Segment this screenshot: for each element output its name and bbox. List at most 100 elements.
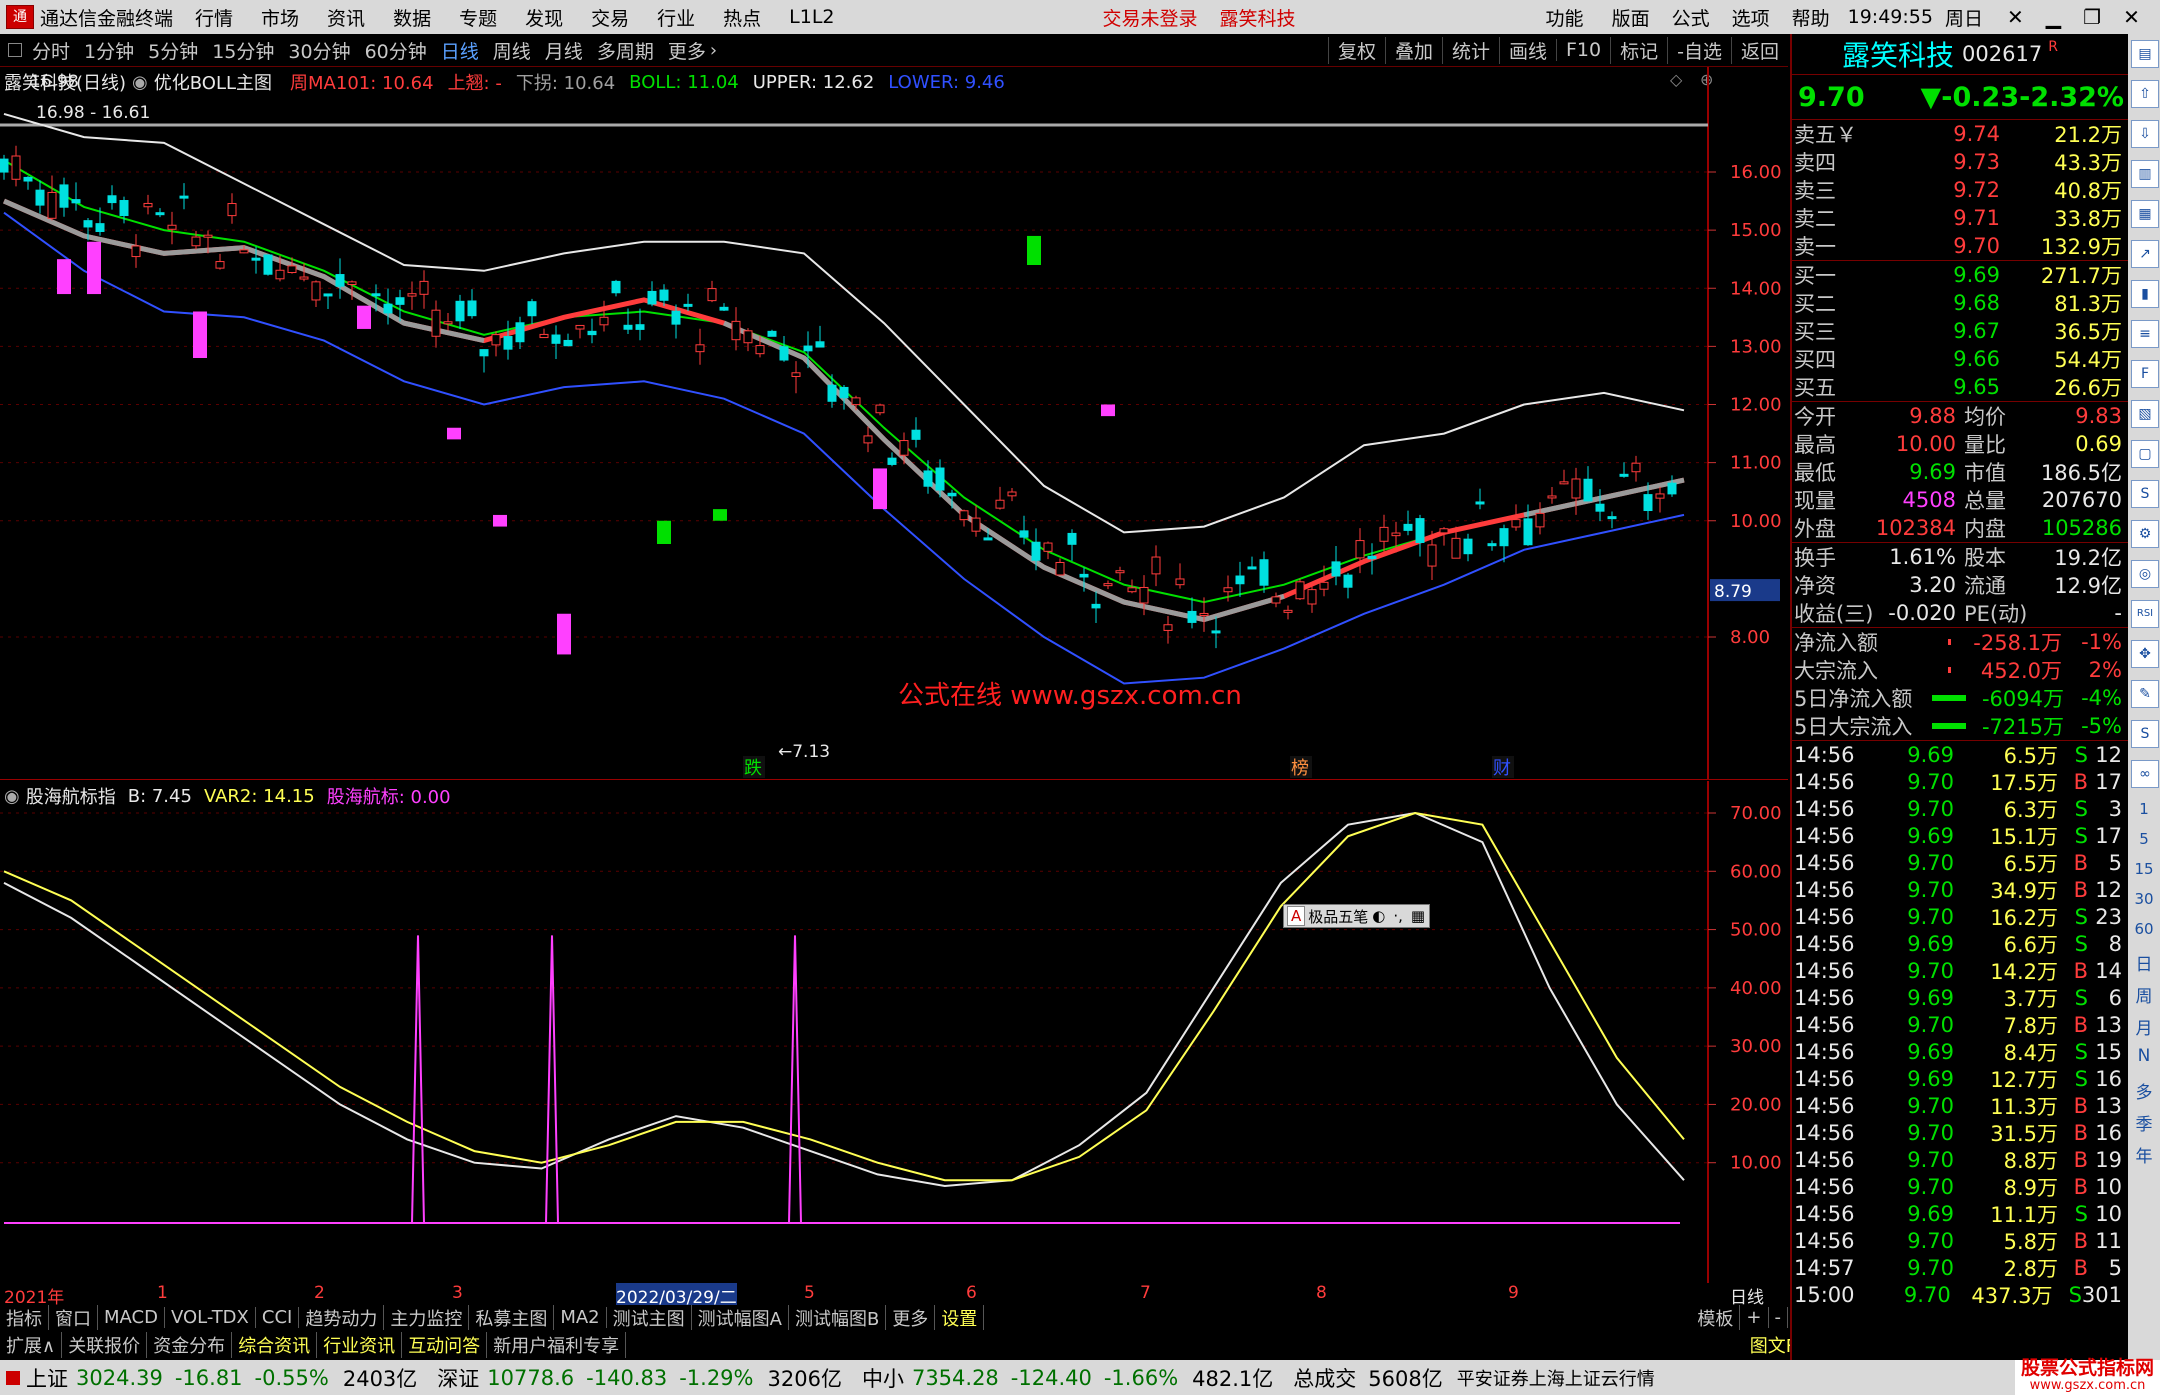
menu-formula[interactable]: 公式 (1672, 4, 1710, 31)
side-period-item[interactable]: 季 (2128, 1110, 2160, 1142)
fs-icon-2[interactable]: S (2131, 720, 2159, 748)
template-control[interactable]: 模板 (1691, 1304, 1741, 1331)
event-marker[interactable]: 财 (1493, 758, 1511, 779)
gear-icon[interactable]: ⚙ (2131, 520, 2159, 548)
period-tab-more[interactable]: 更多 (668, 37, 706, 64)
menu-help[interactable]: 帮助 (1792, 4, 1830, 31)
extension-tab[interactable]: 资金分布 (147, 1332, 233, 1358)
login-status[interactable]: 交易未登录 (1103, 4, 1198, 31)
indicator-tab[interactable]: 测试主图 (607, 1304, 692, 1331)
menu-square-icon[interactable] (8, 43, 22, 57)
period-tab[interactable]: 60分钟 (365, 37, 427, 64)
main-kline-chart[interactable]: 露笑科技(日线) ◉ 优化BOLL主图 周MA101: 10.64 上翘: - 下拐… (0, 67, 1788, 780)
toolbar-button[interactable]: 统计 (1441, 36, 1499, 64)
fs-icon[interactable]: S (2131, 480, 2159, 508)
toolbar-button[interactable]: 复权 (1327, 36, 1385, 64)
indicator-tab[interactable]: 指标 (0, 1304, 49, 1331)
move-icon[interactable]: ✥ (2131, 640, 2159, 668)
side-minute-period[interactable]: 5 (2128, 830, 2160, 860)
side-period-item[interactable]: 周 (2128, 982, 2160, 1014)
pen-icon[interactable]: ✎ (2131, 680, 2159, 708)
menu-layout[interactable]: 版面 (1612, 4, 1650, 31)
globe-icon[interactable]: ◎ (2131, 560, 2159, 588)
menu-item[interactable]: 交易 (591, 4, 629, 31)
period-tab[interactable]: 月线 (545, 37, 583, 64)
indicator-tab[interactable]: 更多 (886, 1304, 936, 1331)
close-x-icon[interactable]: ✕ (2007, 5, 2024, 29)
down-arrow-icon[interactable]: ⇩ (2131, 120, 2159, 148)
period-tab-active[interactable]: 日线 (441, 37, 479, 64)
menu-item[interactable]: 数据 (393, 4, 431, 31)
toolbar-button[interactable]: -自选 (1667, 36, 1731, 64)
info-icon[interactable]: ▥ (2131, 160, 2159, 188)
moon-icon[interactable]: ◐ (1372, 907, 1385, 925)
index-name[interactable]: 中小 (862, 1363, 904, 1393)
menu-item[interactable]: 热点 (723, 4, 761, 31)
toolbar-button[interactable]: 返回 (1730, 36, 1788, 64)
page-icon[interactable]: ▢ (2131, 440, 2159, 468)
keyboard-icon[interactable]: ▦ (1411, 907, 1425, 925)
menu-item[interactable]: 专题 (459, 4, 497, 31)
extension-tab[interactable]: 关联报价 (62, 1332, 148, 1358)
indicator-tab[interactable]: 设置 (935, 1304, 985, 1331)
extension-tab[interactable]: 行业资讯 (317, 1332, 403, 1358)
period-tab[interactable]: 1分钟 (84, 37, 134, 64)
rsi-icon[interactable]: RSI (2131, 600, 2159, 628)
menu-item[interactable]: 发现 (525, 4, 563, 31)
doc-icon[interactable]: ▤ (2131, 40, 2159, 68)
minimize-icon[interactable]: ▁ (2046, 5, 2061, 29)
sub-indicator-chart[interactable]: ◉ 股海航标指 B: 7.45 VAR2: 14.15 股海航标: 0.00 70.… (0, 781, 1788, 1283)
side-period-item[interactable]: 月 (2128, 1014, 2160, 1046)
up-arrow-icon[interactable]: ⇧ (2131, 80, 2159, 108)
tick-list[interactable]: 14:56 9.69 6.5万 S 12 14:56 9.70 17.5万 B 17 14:56 9.… (1792, 740, 2128, 1308)
side-period-item[interactable]: 多 (2128, 1078, 2160, 1110)
indicator-tab[interactable]: 主力监控 (384, 1304, 470, 1331)
indicator-tab[interactable]: 测试幅图A (692, 1304, 789, 1331)
indicator-tab[interactable]: CCI (256, 1307, 300, 1328)
server-name[interactable]: 平安证券上海上证云行情 (1457, 1365, 1655, 1391)
close-icon[interactable]: ✕ (2123, 5, 2140, 29)
indicator-tab[interactable]: VOL-TDX (165, 1307, 256, 1328)
link-icon[interactable]: ∞ (2131, 760, 2159, 788)
side-minute-period[interactable]: 15 (2128, 860, 2160, 890)
menu-function[interactable]: 功能 (1546, 4, 1584, 31)
period-tab[interactable]: 多周期 (597, 37, 654, 64)
extension-tab[interactable]: 综合资讯 (232, 1332, 318, 1358)
extension-tab[interactable]: 互动问答 (402, 1332, 488, 1358)
menu-item[interactable]: L1L2 (789, 6, 834, 28)
period-tab[interactable]: 周线 (493, 37, 531, 64)
period-tab[interactable]: 分时 (32, 37, 70, 64)
fin-icon[interactable]: F (2131, 360, 2159, 388)
extension-tab[interactable]: 扩展∧ (0, 1332, 63, 1358)
menu-item[interactable]: 行情 (195, 4, 233, 31)
indicator-tab[interactable]: MA2 (554, 1307, 607, 1328)
ime-label[interactable]: 极品五笔 (1308, 906, 1368, 927)
period-tab[interactable]: 5分钟 (148, 37, 198, 64)
menu-item[interactable]: 市场 (261, 4, 299, 31)
indicator-tab[interactable]: 窗口 (49, 1304, 98, 1331)
table-icon[interactable]: ▦ (2131, 200, 2159, 228)
grid-icon[interactable]: ▧ (2131, 400, 2159, 428)
extension-tab[interactable]: 新用户福利专享 (487, 1332, 627, 1358)
period-tab[interactable]: 15分钟 (212, 37, 274, 64)
side-minute-period[interactable]: 1 (2128, 800, 2160, 830)
index-name[interactable]: 上证 (26, 1363, 68, 1393)
template-control[interactable]: - (1769, 1307, 1788, 1328)
event-marker[interactable]: 榜 (1291, 758, 1309, 779)
indicator-tab[interactable]: 私募主图 (469, 1304, 555, 1331)
indicator-tab[interactable]: 趋势动力 (299, 1304, 385, 1331)
toolbar-button[interactable]: 标记 (1610, 36, 1667, 64)
chart-up-icon[interactable]: ↗ (2131, 240, 2159, 268)
ime-toolbar[interactable]: A 极品五笔 ◐ ·, ▦ (1283, 904, 1431, 928)
side-period-item[interactable]: N (2128, 1046, 2160, 1078)
menu-item[interactable]: 行业 (657, 4, 695, 31)
period-tab[interactable]: 30分钟 (288, 37, 350, 64)
indicator-tab[interactable]: 测试幅图B (789, 1304, 887, 1331)
list-icon[interactable]: ≡ (2131, 320, 2159, 348)
ime-a-icon[interactable]: A (1287, 906, 1306, 926)
event-marker[interactable]: 跌 (744, 758, 762, 779)
side-period-item[interactable]: 日 (2128, 950, 2160, 982)
toolbar-button[interactable]: F10 (1556, 39, 1610, 61)
bar-chart-icon[interactable]: ▮ (2131, 280, 2159, 308)
toolbar-button[interactable]: 叠加 (1384, 36, 1442, 64)
